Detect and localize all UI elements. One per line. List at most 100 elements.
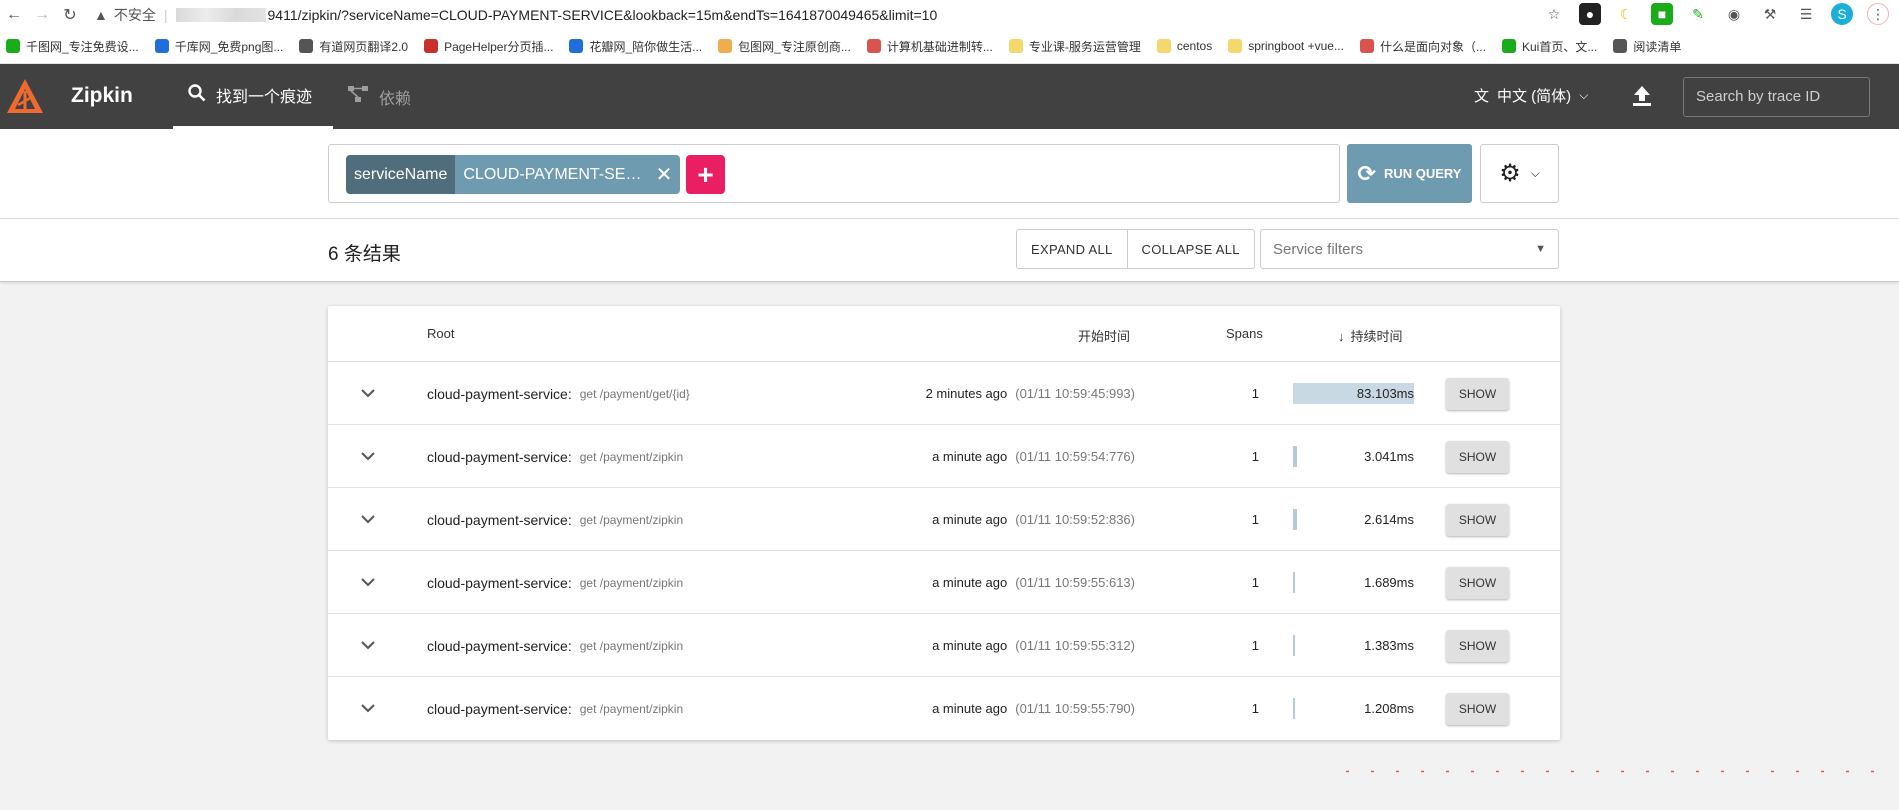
- show-trace-button[interactable]: SHOW: [1446, 567, 1509, 599]
- duration-cell: 2.614ms: [1293, 488, 1414, 551]
- tab-find-trace[interactable]: 找到一个痕迹: [173, 64, 333, 129]
- root-cell: cloud-payment-service: get /payment/get/{…: [427, 362, 690, 425]
- plus-icon: +: [697, 158, 714, 190]
- brand-title[interactable]: Zipkin: [71, 84, 133, 108]
- dropdown-arrow-icon: ▼: [1535, 243, 1546, 255]
- close-icon[interactable]: ✕: [656, 162, 673, 187]
- show-trace-button[interactable]: SHOW: [1446, 630, 1509, 662]
- table-row[interactable]: cloud-payment-service: get /payment/zipki…: [328, 614, 1560, 677]
- table-row[interactable]: cloud-payment-service: get /payment/zipki…: [328, 425, 1560, 488]
- browser-toolbar-icons: ☆ ● ☾ ■ ✎ ◉ ⚒ ☰ S ⋮: [1543, 3, 1889, 25]
- bookmark-item[interactable]: Kui首页、文...: [1501, 38, 1597, 55]
- bookmark-label: 计算机基础进制转...: [886, 39, 993, 54]
- relative-time: a minute ago: [932, 512, 1008, 527]
- extension-icon[interactable]: ✎: [1687, 3, 1709, 25]
- duration-bar: [1293, 509, 1297, 530]
- collapse-all-button[interactable]: COLLAPSE ALL: [1126, 230, 1254, 268]
- show-trace-button[interactable]: SHOW: [1446, 693, 1509, 725]
- expand-row-icon[interactable]: [348, 488, 388, 551]
- query-area: serviceName CLOUD-PAYMENT-SERVICE ✕ + ⟳ …: [0, 129, 1899, 219]
- bookmark-icon: [6, 39, 20, 53]
- forward-icon[interactable]: →: [28, 6, 56, 24]
- bookmark-item[interactable]: 有道网页翻译2.0: [299, 38, 408, 55]
- header-duration[interactable]: ↓ 持续时间: [1338, 326, 1403, 345]
- warning-icon: ▲: [94, 6, 108, 23]
- criteria-chip[interactable]: serviceName CLOUD-PAYMENT-SERVICE ✕: [346, 155, 681, 194]
- duration-value: 2.614ms: [1364, 512, 1414, 527]
- star-icon[interactable]: ☆: [1543, 3, 1565, 25]
- query-builder[interactable]: serviceName CLOUD-PAYMENT-SERVICE ✕ +: [328, 144, 1340, 203]
- duration-header-label: 持续时间: [1350, 329, 1403, 344]
- security-label: 不安全: [113, 6, 156, 23]
- table-row[interactable]: cloud-payment-service: get /payment/get/{…: [328, 362, 1560, 425]
- span-path: get /payment/zipkin: [579, 575, 684, 590]
- bookmark-item[interactable]: 花瓣网_陪你做生活...: [569, 38, 702, 55]
- profile-icon[interactable]: S: [1831, 3, 1853, 25]
- avatar-icon[interactable]: ⋮: [1867, 3, 1889, 25]
- table-row[interactable]: cloud-payment-service: get /payment/zipki…: [328, 488, 1560, 551]
- add-criteria-button[interactable]: +: [686, 155, 725, 194]
- relative-time: a minute ago: [932, 575, 1008, 590]
- expand-all-button[interactable]: EXPAND ALL: [1017, 230, 1127, 268]
- duration-bar: [1293, 572, 1295, 593]
- bookmark-item[interactable]: 千库网_免费png图...: [154, 38, 283, 55]
- show-trace-button[interactable]: SHOW: [1446, 504, 1509, 536]
- extension-icon[interactable]: ●: [1579, 3, 1601, 25]
- span-path: get /payment/zipkin: [579, 512, 684, 527]
- extension-icon[interactable]: ◉: [1723, 3, 1745, 25]
- table-row[interactable]: cloud-payment-service: get /payment/zipki…: [328, 551, 1560, 614]
- show-trace-button[interactable]: SHOW: [1446, 378, 1509, 410]
- tab-label: 找到一个痕迹: [216, 89, 313, 106]
- bookmark-item[interactable]: PageHelper分页插...: [424, 38, 553, 55]
- service-filters-select[interactable]: Service filters ▼: [1260, 229, 1559, 269]
- bookmark-item[interactable]: 千图网_专注免费设...: [6, 38, 139, 55]
- bookmark-item[interactable]: 包图网_专注原创商...: [718, 38, 851, 55]
- run-query-button[interactable]: ⟳ RUN QUERY: [1347, 144, 1472, 203]
- settings-button[interactable]: ⚙ ⌵: [1480, 144, 1559, 203]
- tab-dependencies[interactable]: 依赖: [347, 64, 411, 129]
- header-spans[interactable]: Spans: [1226, 326, 1263, 341]
- relative-time: a minute ago: [932, 449, 1008, 464]
- url-redacted-host: [175, 7, 266, 22]
- table-row[interactable]: cloud-payment-service: get /payment/zipki…: [328, 677, 1560, 740]
- translate-icon: 文: [1474, 88, 1490, 105]
- duration-bar: [1293, 635, 1295, 656]
- duration-cell: 1.689ms: [1293, 551, 1414, 614]
- url-field[interactable]: ▲ 不安全 | 9411/zipkin/?serviceName=CLOUD-P…: [94, 2, 1324, 27]
- expand-row-icon[interactable]: [348, 362, 388, 425]
- trace-id-search-input[interactable]: Search by trace ID: [1683, 77, 1870, 117]
- bookmark-label: 花瓣网_陪你做生活...: [589, 39, 703, 54]
- header-root[interactable]: Root: [427, 326, 454, 341]
- expand-row-icon[interactable]: [348, 677, 388, 740]
- bookmark-item[interactable]: centos: [1156, 39, 1212, 53]
- extension-icon[interactable]: ⚒: [1759, 3, 1781, 25]
- duration-value: 1.208ms: [1364, 701, 1414, 716]
- bookmark-item[interactable]: 阅读清单: [1613, 38, 1681, 55]
- service-filters-placeholder: Service filters: [1273, 240, 1364, 258]
- bookmark-label: 千图网_专注免费设...: [26, 39, 139, 54]
- expand-row-icon[interactable]: [348, 614, 388, 677]
- reading-list-icon[interactable]: ☰: [1795, 3, 1817, 25]
- reload-icon[interactable]: ↻: [56, 5, 84, 25]
- span-path: get /payment/zipkin: [579, 701, 684, 716]
- zipkin-logo-icon[interactable]: [0, 64, 50, 129]
- results-bar: 6 条结果 EXPAND ALL COLLAPSE ALL Service fi…: [0, 219, 1899, 282]
- bookmark-item[interactable]: springboot +vue...: [1228, 39, 1344, 53]
- moon-icon[interactable]: ☾: [1615, 3, 1637, 25]
- expand-row-icon[interactable]: [348, 551, 388, 614]
- bookmark-icon: [1156, 39, 1171, 53]
- duration-value: 1.689ms: [1364, 575, 1414, 590]
- bookmark-item[interactable]: 什么是面向对象（...: [1359, 38, 1486, 55]
- upload-icon[interactable]: [1630, 84, 1654, 113]
- chip-value: CLOUD-PAYMENT-SERVICE ✕: [455, 155, 681, 194]
- back-icon[interactable]: ←: [0, 6, 28, 24]
- bookmark-item[interactable]: 计算机基础进制转...: [866, 38, 993, 55]
- language-selector[interactable]: 文 中文 (简体) ⌵: [1474, 85, 1588, 106]
- bookmark-item[interactable]: 专业课-服务运营管理: [1008, 38, 1141, 55]
- spans-count: 1: [1251, 575, 1259, 590]
- extension-icon[interactable]: ■: [1651, 3, 1673, 25]
- show-trace-button[interactable]: SHOW: [1446, 441, 1509, 473]
- absolute-time: (01/11 10:59:54:776): [1015, 449, 1135, 464]
- header-start-time[interactable]: 开始时间: [1078, 326, 1130, 345]
- expand-row-icon[interactable]: [348, 425, 388, 488]
